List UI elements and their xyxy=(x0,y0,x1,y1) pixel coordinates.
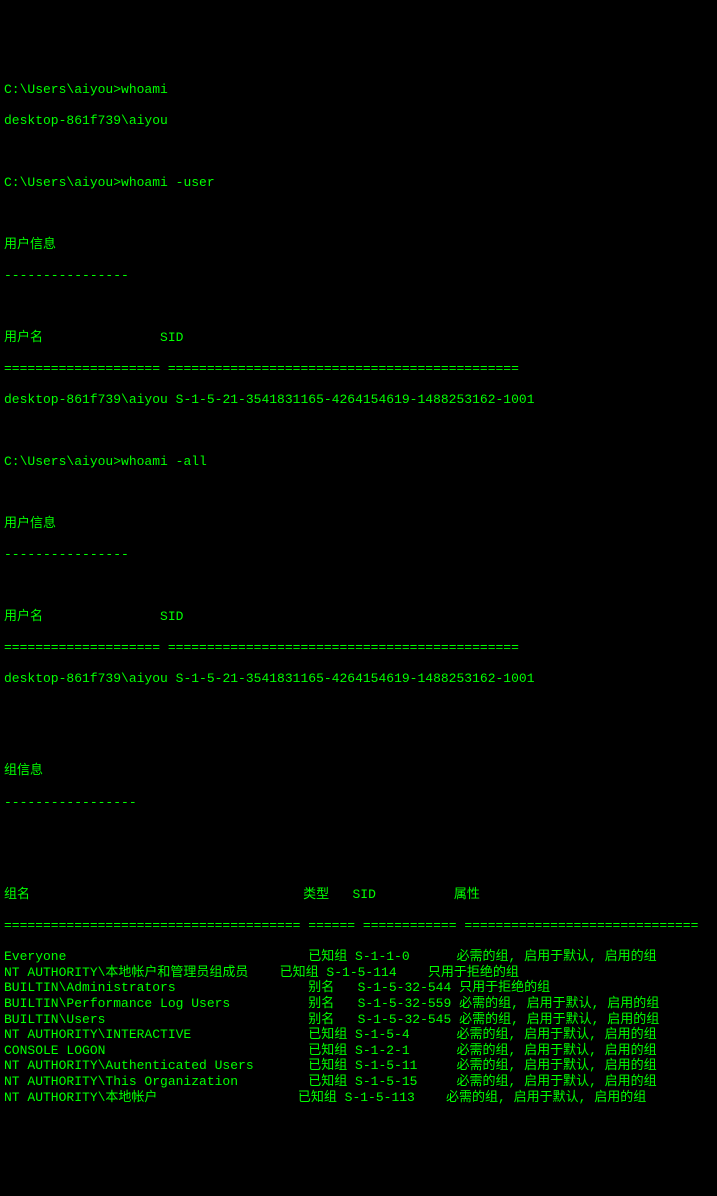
group-row: Everyone 已知组 S-1-1-0 必需的组, 启用于默认, 启用的组 xyxy=(4,949,713,965)
command: whoami xyxy=(121,82,168,97)
group-rows: Everyone 已知组 S-1-1-0 必需的组, 启用于默认, 启用的组NT… xyxy=(4,949,713,1105)
col-username: 用户名 xyxy=(4,330,43,345)
separator-row: ==================== ===================… xyxy=(4,640,713,656)
group-row: NT AUTHORITY\INTERACTIVE 已知组 S-1-5-4 必需的… xyxy=(4,1027,713,1043)
column-headers: 用户名 SID xyxy=(4,609,713,625)
section-header: 组信息 xyxy=(4,763,713,779)
separator: ----------------- xyxy=(4,795,713,811)
cmd-line-2: C:\Users\aiyou>whoami -user xyxy=(4,175,713,191)
sid-value: S-1-5-21-3541831165-4264154619-148825316… xyxy=(176,392,535,407)
prompt: C:\Users\aiyou> xyxy=(4,175,121,190)
user-row: desktop-861f739\aiyou S-1-5-21-354183116… xyxy=(4,671,713,687)
section-header: 用户信息 xyxy=(4,516,713,532)
column-headers: 用户名 SID xyxy=(4,330,713,346)
col-attr: 属性 xyxy=(454,887,480,902)
group-row: BUILTIN\Users 别名 S-1-5-32-545 必需的组, 启用于默… xyxy=(4,1012,713,1028)
group-row: NT AUTHORITY\本地帐户和管理员组成员 已知组 S-1-5-114 只… xyxy=(4,965,713,981)
separator: ---------------- xyxy=(4,547,713,563)
group-row: CONSOLE LOGON 已知组 S-1-2-1 必需的组, 启用于默认, 启… xyxy=(4,1043,713,1059)
col-sid: SID xyxy=(160,609,183,624)
user-value: desktop-861f739\aiyou xyxy=(4,671,168,686)
group-row: BUILTIN\Administrators 别名 S-1-5-32-544 只… xyxy=(4,980,713,996)
user-row: desktop-861f739\aiyou S-1-5-21-354183116… xyxy=(4,392,713,408)
command: whoami -user xyxy=(121,175,215,190)
section-header: 用户信息 xyxy=(4,237,713,253)
prompt: C:\Users\aiyou> xyxy=(4,82,121,97)
col-groupname: 组名 xyxy=(4,887,30,902)
group-row: BUILTIN\Performance Log Users 别名 S-1-5-3… xyxy=(4,996,713,1012)
separator: ---------------- xyxy=(4,268,713,284)
col-sid: SID xyxy=(352,887,375,902)
cmd-line-3: C:\Users\aiyou>whoami -all xyxy=(4,454,713,470)
cmd-line-1: C:\Users\aiyou>whoami xyxy=(4,82,713,98)
sid-value: S-1-5-21-3541831165-4264154619-148825316… xyxy=(176,671,535,686)
col-sid: SID xyxy=(160,330,183,345)
separator-row: ==================== ===================… xyxy=(4,361,713,377)
output-line: desktop-861f739\aiyou xyxy=(4,113,713,129)
user-value: desktop-861f739\aiyou xyxy=(4,392,168,407)
group-row: NT AUTHORITY\This Organization 已知组 S-1-5… xyxy=(4,1074,713,1090)
col-username: 用户名 xyxy=(4,609,43,624)
terminal-output: C:\Users\aiyou>whoami desktop-861f739\ai… xyxy=(4,66,713,1120)
group-separator-row: ====================================== =… xyxy=(4,918,713,934)
col-type: 类型 xyxy=(303,887,329,902)
prompt: C:\Users\aiyou> xyxy=(4,454,121,469)
group-column-headers: 组名 类型 SID 属性 xyxy=(4,887,713,903)
command: whoami -all xyxy=(121,454,207,469)
group-row: NT AUTHORITY\Authenticated Users 已知组 S-1… xyxy=(4,1058,713,1074)
group-row: NT AUTHORITY\本地帐户 已知组 S-1-5-113 必需的组, 启用… xyxy=(4,1090,713,1106)
